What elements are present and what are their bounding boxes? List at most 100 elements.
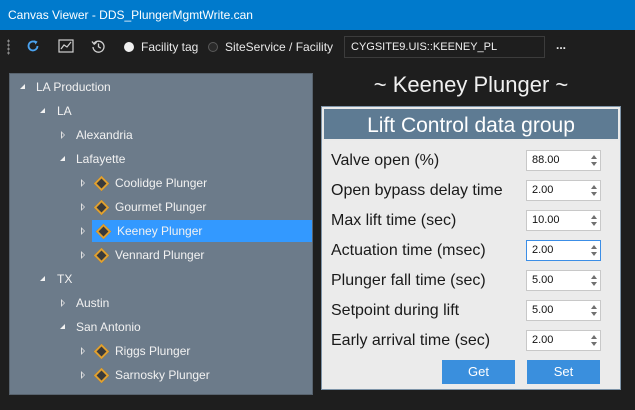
tree-node-label: Austin	[76, 296, 110, 310]
plunger-icon	[93, 367, 110, 383]
history-button[interactable]	[87, 35, 109, 57]
actuation-time-stepper[interactable]: 2.00	[526, 240, 601, 261]
spin-down-icon[interactable]	[591, 252, 597, 256]
tree-node-keeney-plunger[interactable]: Keeney Plunger	[92, 220, 312, 242]
radio-facility-tag-label: Facility tag	[141, 40, 199, 54]
expand-arrow-icon[interactable]	[79, 203, 87, 211]
set-button[interactable]: Set	[527, 360, 600, 384]
tree-node-tx[interactable]: TX	[39, 268, 309, 290]
browse-button[interactable]: ...	[549, 36, 573, 58]
spin-up-icon[interactable]	[591, 215, 597, 219]
valve-open-label: Valve open (%)	[331, 152, 440, 169]
expand-arrow-icon[interactable]	[79, 347, 87, 355]
tree-node-sarnosky-plunger[interactable]: Sarnosky Plunger	[79, 364, 309, 386]
setpoint-during-lift-value[interactable]: 5.00	[532, 301, 553, 320]
radio-facility-tag[interactable]: Facility tag	[124, 39, 198, 55]
tree-node-label: TX	[57, 272, 73, 286]
lift-control-group: Lift Control data group Valve open (%) 8…	[321, 106, 621, 390]
spin-up-icon[interactable]	[591, 305, 597, 309]
plunger-icon	[95, 223, 112, 239]
tree-node-la[interactable]: LA	[39, 100, 309, 122]
setpoint-during-lift-label: Setpoint during lift	[331, 302, 460, 319]
setpoint-during-lift-stepper[interactable]: 5.00	[526, 300, 601, 321]
open-bypass-delay-value[interactable]: 2.00	[532, 181, 553, 200]
tree-node-label: LA	[57, 104, 72, 118]
plunger-icon	[93, 199, 110, 215]
tree-node-label: LA Production	[36, 80, 111, 94]
tree-node-riggs-plunger[interactable]: Riggs Plunger	[79, 340, 309, 362]
window-title: Canvas Viewer - DDS_PlungerMgmtWrite.can	[0, 0, 635, 30]
tag-path-input[interactable]	[344, 36, 545, 58]
spin-down-icon[interactable]	[591, 162, 597, 166]
plunger-fall-time-stepper[interactable]: 5.00	[526, 270, 601, 291]
early-arrival-time-value[interactable]: 2.00	[532, 331, 553, 350]
collapse-arrow-icon[interactable]	[59, 323, 67, 331]
tree-node-san-antonio[interactable]: San Antonio	[59, 316, 309, 338]
radio-unselected-indicator	[208, 42, 218, 52]
tree-node-keeney-arrow[interactable]	[79, 220, 91, 242]
collapse-arrow-icon[interactable]	[59, 155, 67, 163]
radio-site-service-label: SiteService / Facility	[225, 40, 334, 54]
plunger-fall-time-value[interactable]: 5.00	[532, 271, 553, 290]
tree-node-coolidge-plunger[interactable]: Coolidge Plunger	[79, 172, 309, 194]
spin-up-icon[interactable]	[591, 185, 597, 189]
open-bypass-delay-label: Open bypass delay time	[331, 182, 503, 199]
tree-node-lafayette[interactable]: Lafayette	[59, 148, 309, 170]
tree-node-label: Gourmet Plunger	[115, 200, 207, 214]
toolbar-grip[interactable]	[7, 39, 10, 55]
tree-node-alexandria[interactable]: Alexandria	[59, 124, 309, 146]
max-lift-time-label: Max lift time (sec)	[331, 212, 457, 229]
collapse-arrow-icon[interactable]	[39, 107, 47, 115]
tree-node-la-production[interactable]: LA Production	[19, 76, 309, 98]
max-lift-time-value[interactable]: 10.00	[532, 211, 560, 230]
tree-node-austin[interactable]: Austin	[59, 292, 309, 314]
spin-down-icon[interactable]	[591, 282, 597, 286]
refresh-button[interactable]	[22, 35, 44, 57]
tree-node-label: Coolidge Plunger	[115, 176, 208, 190]
spin-down-icon[interactable]	[591, 192, 597, 196]
history-icon	[90, 40, 105, 53]
collapse-arrow-icon[interactable]	[19, 83, 27, 91]
refresh-icon	[27, 40, 39, 52]
tree-node-label: Lafayette	[76, 152, 126, 166]
early-arrival-time-label: Early arrival time (sec)	[331, 332, 491, 349]
spin-down-icon[interactable]	[591, 222, 597, 226]
plunger-icon	[93, 175, 110, 191]
chart-icon	[58, 39, 74, 53]
spin-up-icon[interactable]	[591, 335, 597, 339]
tree-node-vennard-plunger[interactable]: Vennard Plunger	[79, 244, 309, 266]
max-lift-time-stepper[interactable]: 10.00	[526, 210, 601, 231]
spin-down-icon[interactable]	[591, 312, 597, 316]
spin-up-icon[interactable]	[591, 155, 597, 159]
get-button[interactable]: Get	[442, 360, 515, 384]
expand-arrow-icon[interactable]	[79, 179, 87, 187]
actuation-time-value[interactable]: 2.00	[532, 241, 553, 260]
radio-selected-indicator	[124, 42, 134, 52]
tree-node-label: Vennard Plunger	[115, 248, 205, 262]
open-bypass-delay-stepper[interactable]: 2.00	[526, 180, 601, 201]
group-title: Lift Control data group	[322, 107, 620, 141]
expand-arrow-icon[interactable]	[59, 131, 67, 139]
valve-open-value[interactable]: 88.00	[532, 151, 560, 170]
expand-arrow-icon[interactable]	[79, 251, 87, 259]
chart-button[interactable]	[55, 35, 77, 57]
tree-node-label: Riggs Plunger	[115, 344, 191, 358]
tree-node-label: San Antonio	[76, 320, 141, 334]
spin-up-icon[interactable]	[591, 245, 597, 249]
spin-down-icon[interactable]	[591, 342, 597, 346]
early-arrival-time-stepper[interactable]: 2.00	[526, 330, 601, 351]
expand-arrow-icon[interactable]	[59, 299, 67, 307]
plunger-fall-time-label: Plunger fall time (sec)	[331, 272, 486, 289]
spin-up-icon[interactable]	[591, 275, 597, 279]
valve-open-stepper[interactable]: 88.00	[526, 150, 601, 171]
facility-tree[interactable]: LA Production LA Alexandria Lafayette Co…	[9, 73, 313, 395]
expand-arrow-icon[interactable]	[79, 371, 87, 379]
tree-node-gourmet-plunger[interactable]: Gourmet Plunger	[79, 196, 309, 218]
expand-arrow-icon[interactable]	[79, 227, 87, 235]
tree-node-label: Alexandria	[76, 128, 133, 142]
collapse-arrow-icon[interactable]	[39, 275, 47, 283]
tree-node-label: Sarnosky Plunger	[115, 368, 210, 382]
tree-node-label: Keeney Plunger	[117, 224, 203, 238]
radio-site-service[interactable]: SiteService / Facility	[208, 39, 333, 55]
page-title: ~ Keeney Plunger ~	[373, 72, 569, 97]
